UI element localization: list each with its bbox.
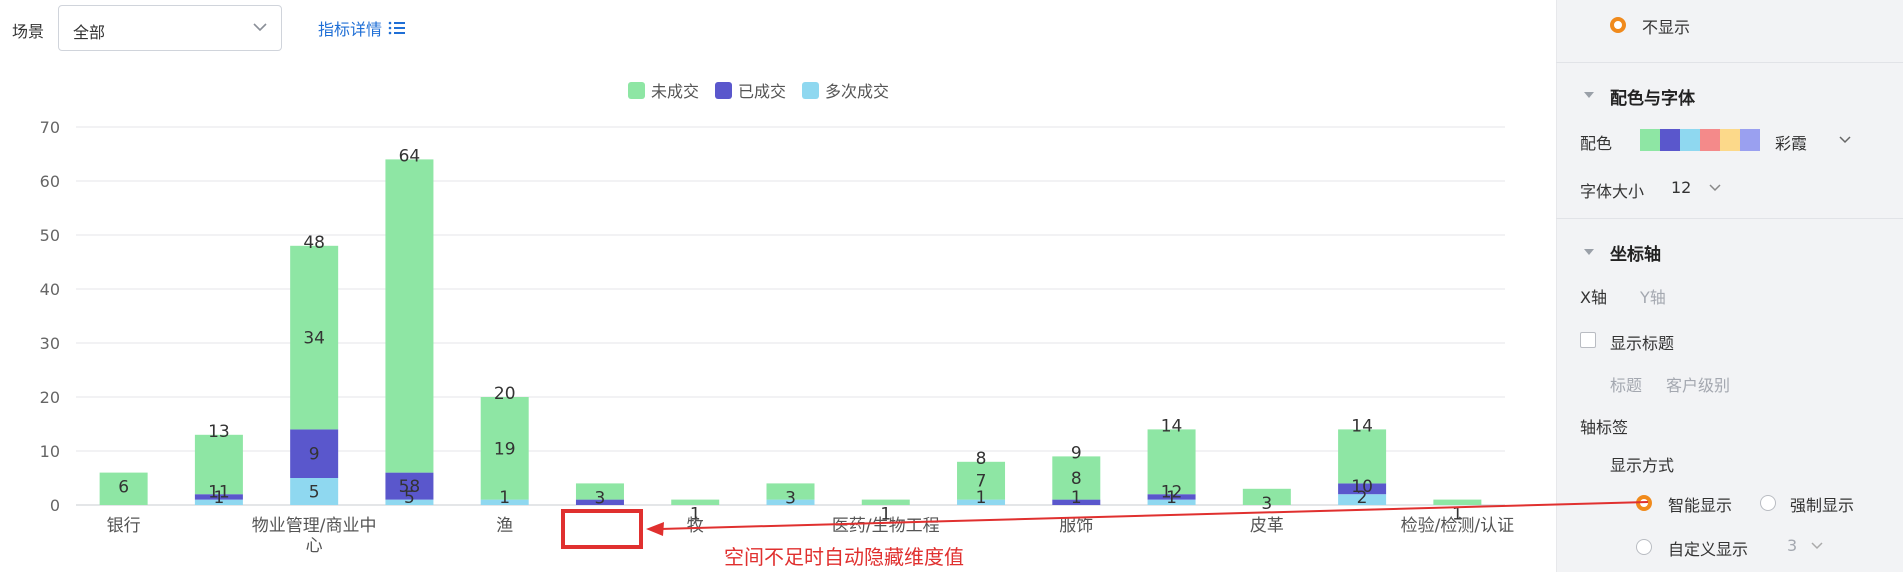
- total-label: 13: [208, 422, 230, 442]
- smart-display-radio[interactable]: [1636, 495, 1652, 511]
- x-tick-label: 银行: [107, 516, 141, 536]
- total-label: 20: [494, 384, 516, 404]
- show-title-checkbox[interactable]: [1580, 332, 1596, 348]
- x-tick-label: 服饰: [1059, 516, 1093, 536]
- tab-y-axis[interactable]: Y轴: [1640, 284, 1666, 308]
- chevron-down-icon[interactable]: [1708, 181, 1722, 195]
- data-label: 19: [494, 439, 516, 459]
- title-field-label: 标题: [1610, 376, 1643, 395]
- data-label: 1: [1071, 488, 1082, 508]
- total-label: 14: [1161, 416, 1183, 436]
- chevron-down-icon[interactable]: [1810, 539, 1824, 553]
- color-label: 配色: [1580, 134, 1613, 153]
- data-label: 12: [1161, 483, 1183, 503]
- total-label: 48: [303, 233, 325, 253]
- custom-display-value[interactable]: 3: [1787, 536, 1797, 555]
- y-tick-label: 60: [40, 172, 60, 191]
- y-tick-label: 0: [50, 496, 60, 515]
- palette-swatches[interactable]: [1640, 129, 1760, 151]
- panel-divider: [1556, 62, 1903, 63]
- font-size-value[interactable]: 12: [1671, 178, 1691, 197]
- palette-swatch: [1740, 129, 1760, 151]
- x-tick-label: 心: [306, 536, 323, 556]
- palette-swatch: [1720, 129, 1740, 151]
- bar-segment: [385, 159, 434, 473]
- data-label: 9: [309, 445, 320, 465]
- font-size-label: 字体大小: [1580, 182, 1645, 201]
- tab-x-axis[interactable]: X轴: [1580, 284, 1607, 308]
- settings-panel: [1556, 0, 1903, 572]
- scene-select[interactable]: 全部: [58, 5, 282, 51]
- force-display-label: 强制显示: [1790, 496, 1855, 515]
- smart-display-label: 智能显示: [1668, 496, 1733, 515]
- y-tick-label: 30: [40, 334, 60, 353]
- title-field-value[interactable]: 客户级别: [1666, 372, 1730, 396]
- x-tick-label: 检验/检测/认证: [1401, 516, 1514, 536]
- hide-radio-label: 不显示: [1642, 18, 1691, 37]
- x-tick-label: 皮革: [1250, 516, 1284, 536]
- palette-swatch: [1700, 129, 1720, 151]
- chevron-down-icon[interactable]: [1838, 133, 1852, 147]
- caret-down-icon: [1584, 92, 1594, 98]
- data-label: 3: [1261, 494, 1272, 514]
- caret-down-icon: [1584, 249, 1594, 255]
- hide-radio[interactable]: [1610, 17, 1626, 33]
- data-label: 3: [785, 488, 796, 508]
- x-tick-label: 牧: [687, 516, 704, 536]
- x-tick-label: 医药/生物工程: [832, 516, 940, 536]
- display-mode-label: 显示方式: [1610, 456, 1675, 475]
- palette-name[interactable]: 彩霞: [1775, 130, 1807, 154]
- y-tick-label: 10: [40, 442, 60, 461]
- scene-label: 场景: [12, 22, 45, 41]
- total-label: 14: [1351, 416, 1373, 436]
- custom-display-label: 自定义显示: [1668, 540, 1749, 559]
- chevron-down-icon: [253, 23, 267, 32]
- data-label: 58: [399, 477, 421, 497]
- data-label: 3: [595, 488, 606, 508]
- show-title-label: 显示标题: [1610, 334, 1675, 353]
- palette-swatch: [1680, 129, 1700, 151]
- y-tick-label: 20: [40, 388, 60, 407]
- y-tick-label: 50: [40, 226, 60, 245]
- list-icon: [388, 21, 406, 35]
- palette-swatch: [1640, 129, 1660, 151]
- data-label: 5: [309, 483, 320, 503]
- y-tick-label: 70: [40, 118, 60, 137]
- axis-section-title[interactable]: 坐标轴: [1610, 240, 1661, 265]
- color-font-section-title[interactable]: 配色与字体: [1610, 84, 1695, 109]
- data-label: 6: [118, 478, 129, 498]
- palette-swatch: [1660, 129, 1680, 151]
- scene-select-value: 全部: [73, 23, 106, 42]
- data-label: 11: [208, 483, 230, 503]
- data-label: 34: [303, 329, 325, 349]
- data-label: 7: [976, 472, 987, 492]
- stacked-bar-chart: 0102030405060706银行11113593448物业管理/商业中心55…: [40, 118, 1514, 556]
- total-label: 64: [399, 146, 421, 166]
- data-label: 1: [499, 488, 510, 508]
- hidden-dimension-hint: 空间不足时自动隐藏维度值: [724, 545, 964, 569]
- force-display-radio[interactable]: [1760, 495, 1776, 511]
- panel-divider: [1556, 218, 1903, 219]
- total-label: 8: [976, 449, 987, 469]
- y-tick-label: 40: [40, 280, 60, 299]
- indicator-details-label: 指标详情: [318, 20, 383, 39]
- data-label: 10: [1351, 477, 1373, 497]
- axis-tick-label: 轴标签: [1580, 418, 1629, 437]
- custom-display-radio[interactable]: [1636, 539, 1652, 555]
- indicator-details-link[interactable]: 指标详情: [318, 16, 406, 40]
- bar-segment: [1338, 429, 1387, 484]
- data-label: 8: [1071, 469, 1082, 489]
- x-tick-label: 渔: [496, 516, 513, 536]
- total-label: 9: [1071, 443, 1082, 463]
- x-tick-label: 物业管理/商业中: [252, 516, 377, 536]
